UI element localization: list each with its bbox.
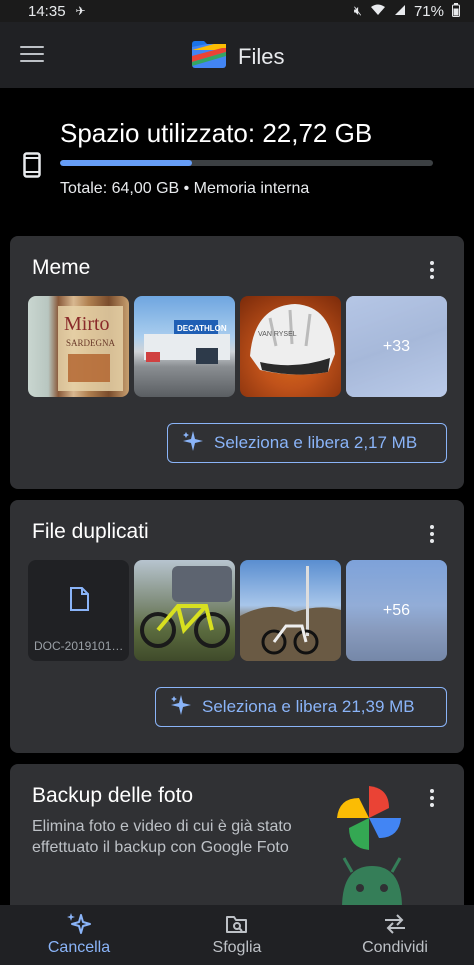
- meme-more-count: +33: [382, 337, 411, 355]
- duplicates-more-count-overlay: +56: [346, 560, 447, 661]
- status-time: 14:35: [28, 2, 66, 20]
- svg-text:VAN RYSEL: VAN RYSEL: [258, 331, 297, 338]
- wifi-icon: [370, 4, 386, 19]
- nav-sfoglia-label: Sfoglia: [212, 939, 262, 956]
- duplicates-thumbnails: DOC-2019101… +56: [28, 560, 447, 661]
- duplicates-card-title: File duplicati: [32, 520, 149, 543]
- meme-thumbnails: Mirto SARDEGNA DECATHLON VAN RYSEL +33: [28, 296, 447, 397]
- nav-cancella[interactable]: Cancella: [0, 905, 158, 965]
- app-title: Files: [238, 43, 285, 69]
- meme-free-space-label: Seleziona e libera 2,17 MB: [214, 433, 418, 452]
- phone-icon: [23, 152, 41, 183]
- files-logo-icon: [192, 40, 226, 73]
- mute-icon: 🔇︎: [353, 3, 362, 18]
- meme-card: Meme Mirto SARDEGNA DECATHLON VAN RYSEL …: [10, 236, 464, 489]
- storage-summary[interactable]: Spazio utilizzato: 22,72 GB Totale: 64,0…: [0, 88, 474, 214]
- duplicates-more-count: +56: [382, 601, 411, 619]
- android-watermark-icon: [322, 848, 422, 913]
- meme-free-space-button[interactable]: Seleziona e libera 2,17 MB: [167, 423, 447, 463]
- meme-thumbnail[interactable]: DECATHLON: [134, 296, 235, 397]
- duplicate-document-thumbnail[interactable]: DOC-2019101…: [28, 560, 129, 661]
- storage-progress-bar: [60, 160, 433, 166]
- svg-text:DECATHLON: DECATHLON: [177, 324, 227, 333]
- document-icon: [69, 587, 89, 616]
- nav-condividi-label: Condividi: [362, 939, 428, 956]
- app-bar: Files: [0, 22, 474, 88]
- backup-card: Backup delle foto Elimina foto e video d…: [10, 764, 464, 924]
- bottom-navigation: Cancella Sfoglia Condividi: [0, 905, 474, 965]
- svg-text:Mirto: Mirto: [64, 313, 110, 335]
- storage-used-title: Spazio utilizzato: 22,72 GB: [60, 118, 373, 148]
- meme-more-count-overlay: +33: [346, 296, 447, 397]
- duplicates-free-space-label: Seleziona e libera 21,39 MB: [202, 697, 415, 716]
- nav-condividi[interactable]: Condividi: [316, 905, 474, 965]
- duplicates-card: File duplicati DOC-2019101… +56 Selezion…: [10, 500, 464, 753]
- meme-thumbnail[interactable]: Mirto SARDEGNA: [28, 296, 129, 397]
- meme-thumbnail[interactable]: VAN RYSEL: [240, 296, 341, 397]
- menu-icon[interactable]: [18, 42, 46, 66]
- sparkle-icon: [182, 430, 204, 457]
- nav-cancella-label: Cancella: [47, 939, 111, 956]
- app-header: Files: [192, 40, 284, 73]
- status-right: 🔇︎ 71%: [353, 2, 460, 20]
- meme-card-title: Meme: [32, 256, 91, 279]
- sparkle-icon: [66, 913, 92, 935]
- backup-card-title: Backup delle foto: [32, 784, 194, 807]
- backup-description: Elimina foto e video di cui è già stato …: [32, 818, 292, 856]
- signal-icon: [394, 4, 406, 19]
- browse-icon: [225, 913, 249, 935]
- duplicates-free-space-button[interactable]: Seleziona e libera 21,39 MB: [155, 687, 447, 727]
- storage-total: Totale: 64,00 GB • Memoria interna: [60, 180, 310, 197]
- duplicate-thumbnail-more[interactable]: +56: [346, 560, 447, 661]
- document-name: DOC-2019101…: [34, 639, 124, 653]
- nav-sfoglia[interactable]: Sfoglia: [158, 905, 316, 965]
- duplicate-thumbnail[interactable]: [134, 560, 235, 661]
- battery-icon: [452, 2, 460, 20]
- battery-level: 71%: [413, 2, 444, 20]
- svg-text:SARDEGNA: SARDEGNA: [66, 338, 116, 348]
- meme-more-icon[interactable]: [422, 258, 442, 282]
- sparkle-icon: [170, 694, 192, 721]
- duplicate-thumbnail[interactable]: [240, 560, 341, 661]
- notification-icon: ✈: [75, 4, 86, 18]
- backup-more-icon[interactable]: [422, 786, 442, 810]
- status-bar: 14:35 ✈ 🔇︎ 71%: [0, 0, 474, 22]
- storage-progress-fill: [60, 160, 193, 166]
- share-icon: [382, 913, 408, 935]
- duplicates-more-icon[interactable]: [422, 522, 442, 546]
- meme-thumbnail-more[interactable]: +33: [346, 296, 447, 397]
